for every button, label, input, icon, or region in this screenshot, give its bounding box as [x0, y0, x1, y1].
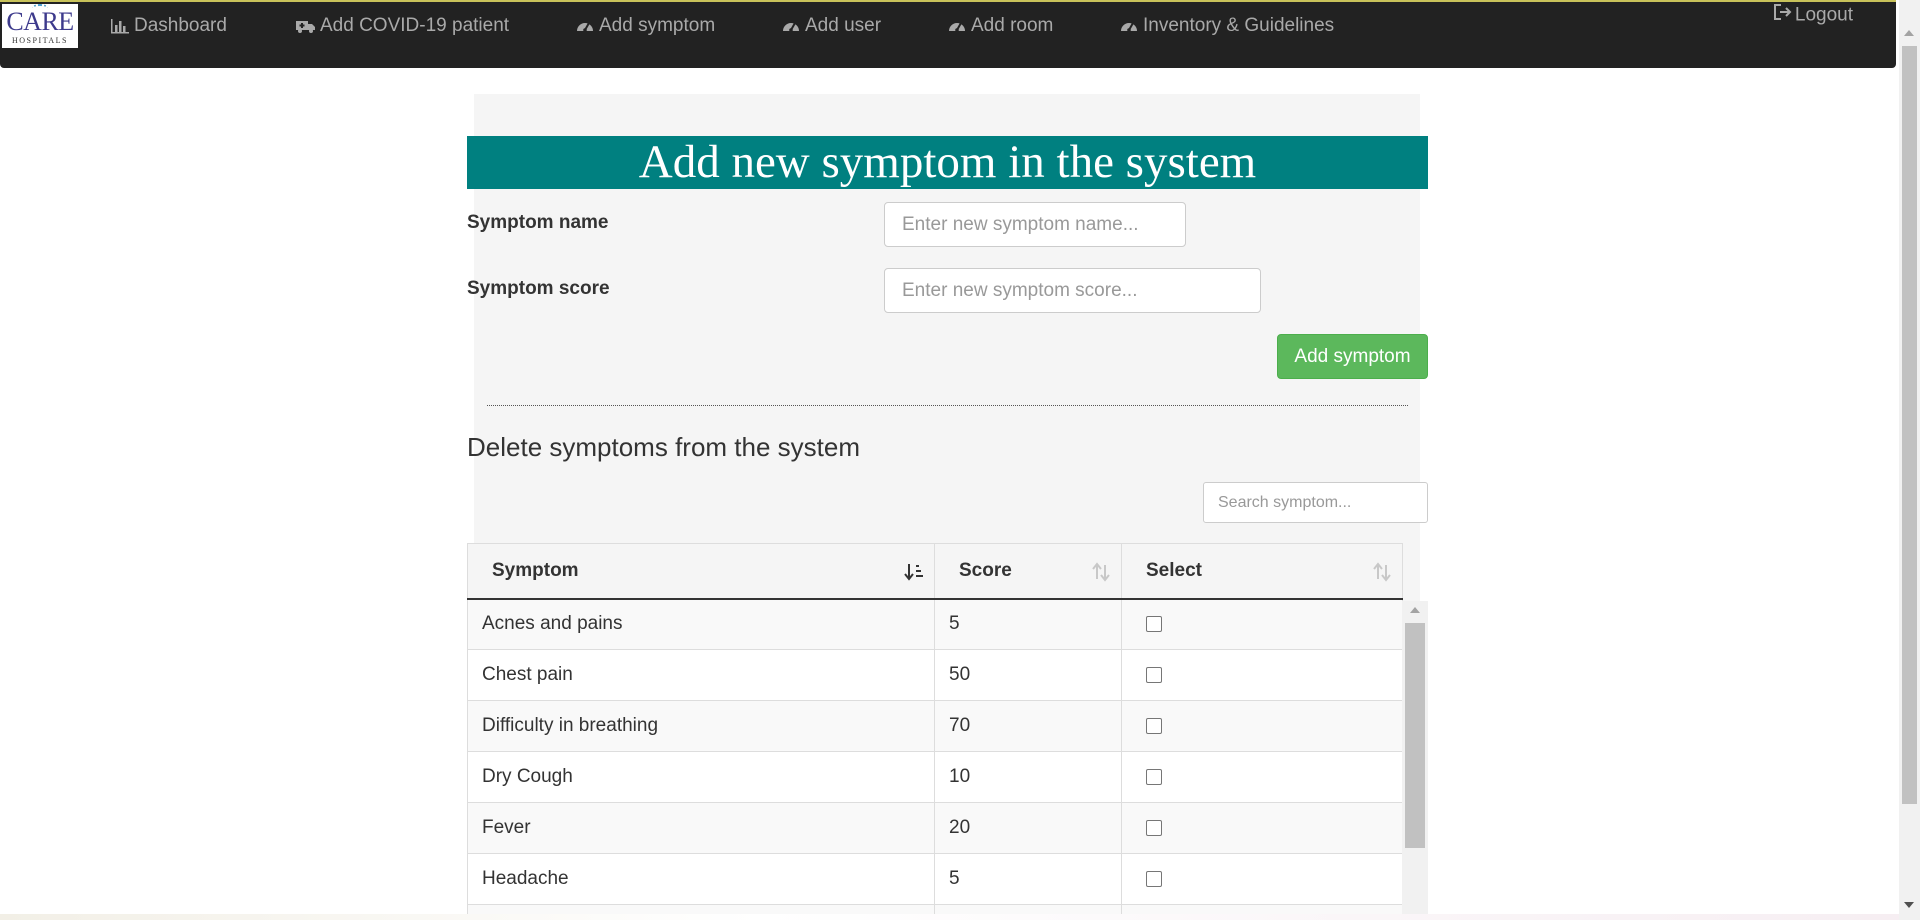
dashboard-icon — [947, 17, 967, 35]
logout-icon — [1773, 3, 1793, 28]
dashboard-icon — [1119, 17, 1139, 35]
ambulance-icon — [296, 17, 316, 35]
table-scrollbar-thumb[interactable] — [1405, 623, 1425, 848]
dashboard-icon — [781, 17, 801, 35]
table-header-row: Symptom Score Select — [467, 543, 1403, 600]
score-cell: 5 — [934, 598, 1122, 650]
nav-inventory-guidelines[interactable]: Inventory & Guidelines — [1119, 14, 1334, 38]
page-scrollbar-thumb[interactable] — [1902, 46, 1917, 804]
select-cell — [1121, 649, 1403, 701]
symptom-score-input[interactable] — [884, 268, 1261, 313]
top-navbar: CARE HOSPITALS Dashboard Add COVID-19 pa… — [0, 0, 1896, 68]
scroll-up-arrow-icon[interactable] — [1904, 30, 1914, 36]
select-cell — [1121, 802, 1403, 854]
nav-add-user-label: Add user — [805, 15, 882, 36]
nav-add-user[interactable]: Add user — [781, 14, 881, 38]
page-title: Add new symptom in the system — [467, 136, 1428, 189]
symptom-cell: Headache — [467, 853, 935, 905]
table-row: Fever 20 — [467, 802, 1403, 854]
column-header-symptom-label: Symptom — [492, 559, 579, 581]
symptoms-table: Symptom Score Select Acnes and pains 5 C… — [467, 543, 1403, 920]
bar-chart-icon — [110, 17, 130, 35]
nav-add-symptom[interactable]: Add symptom — [575, 14, 715, 38]
select-cell — [1121, 751, 1403, 803]
sort-icon[interactable] — [1091, 562, 1111, 582]
symptom-name-input[interactable] — [884, 202, 1186, 247]
dashboard-icon — [575, 17, 595, 35]
table-row: Headache 5 — [467, 853, 1403, 905]
symptom-score-label: Symptom score — [467, 278, 610, 299]
search-symptom-input[interactable] — [1203, 482, 1428, 523]
table-row: Chest pain 50 — [467, 649, 1403, 701]
select-checkbox[interactable] — [1146, 870, 1162, 887]
add-symptom-button[interactable]: Add symptom — [1277, 334, 1428, 379]
symptoms-table-container: Symptom Score Select Acnes and pains 5 C… — [467, 543, 1428, 920]
table-row: Difficulty in breathing 70 — [467, 700, 1403, 752]
select-checkbox[interactable] — [1146, 768, 1162, 785]
nav-add-covid-patient-label: Add COVID-19 patient — [320, 15, 510, 36]
logo-rays-icon — [32, 4, 48, 12]
select-checkbox[interactable] — [1146, 819, 1162, 836]
logout-label: Logout — [1794, 4, 1853, 26]
score-cell: 20 — [934, 802, 1122, 854]
column-header-score[interactable]: Score — [934, 543, 1122, 600]
scroll-up-arrow-icon[interactable] — [1410, 607, 1420, 613]
table-row: Acnes and pains 5 — [467, 598, 1403, 650]
care-hospitals-logo[interactable]: CARE HOSPITALS — [2, 4, 78, 48]
score-cell: 50 — [934, 649, 1122, 701]
select-checkbox[interactable] — [1146, 717, 1162, 734]
page-scrollbar[interactable] — [1899, 0, 1920, 920]
select-cell — [1121, 598, 1403, 650]
sort-icon[interactable] — [1372, 562, 1392, 582]
column-header-symptom[interactable]: Symptom — [467, 543, 935, 600]
table-row: Dry Cough 10 — [467, 751, 1403, 803]
score-cell: 5 — [934, 853, 1122, 905]
symptom-cell: Fever — [467, 802, 935, 854]
symptom-name-label: Symptom name — [467, 212, 609, 233]
nav-add-room[interactable]: Add room — [947, 14, 1053, 38]
table-scrollbar[interactable] — [1402, 601, 1428, 920]
logo-main-text: CARE — [6, 7, 74, 36]
symptom-cell: Difficulty in breathing — [467, 700, 935, 752]
bottom-edge — [0, 914, 1899, 920]
section-divider — [487, 405, 1408, 406]
nav-add-symptom-label: Add symptom — [599, 15, 716, 36]
nav-inventory-guidelines-label: Inventory & Guidelines — [1143, 15, 1335, 36]
column-header-select[interactable]: Select — [1121, 543, 1403, 600]
score-cell: 70 — [934, 700, 1122, 752]
column-header-select-label: Select — [1146, 559, 1202, 581]
nav-dashboard[interactable]: Dashboard — [110, 14, 227, 38]
nav-add-covid-patient[interactable]: Add COVID-19 patient — [296, 14, 509, 38]
symptom-cell: Chest pain — [467, 649, 935, 701]
nav-add-room-label: Add room — [971, 15, 1054, 36]
score-cell: 10 — [934, 751, 1122, 803]
select-cell — [1121, 700, 1403, 752]
symptom-cell: Dry Cough — [467, 751, 935, 803]
symptom-cell: Acnes and pains — [467, 598, 935, 650]
logout-link[interactable]: Logout — [1773, 3, 1853, 28]
logo-sub-text: HOSPITALS — [12, 36, 68, 45]
nav-dashboard-label: Dashboard — [134, 15, 227, 36]
delete-section-title: Delete symptoms from the system — [467, 432, 860, 462]
select-checkbox[interactable] — [1146, 616, 1162, 633]
column-header-score-label: Score — [959, 559, 1012, 581]
select-checkbox[interactable] — [1146, 666, 1162, 683]
sort-ascending-icon[interactable] — [904, 562, 924, 582]
select-cell — [1121, 853, 1403, 905]
scroll-down-arrow-icon[interactable] — [1904, 902, 1914, 908]
